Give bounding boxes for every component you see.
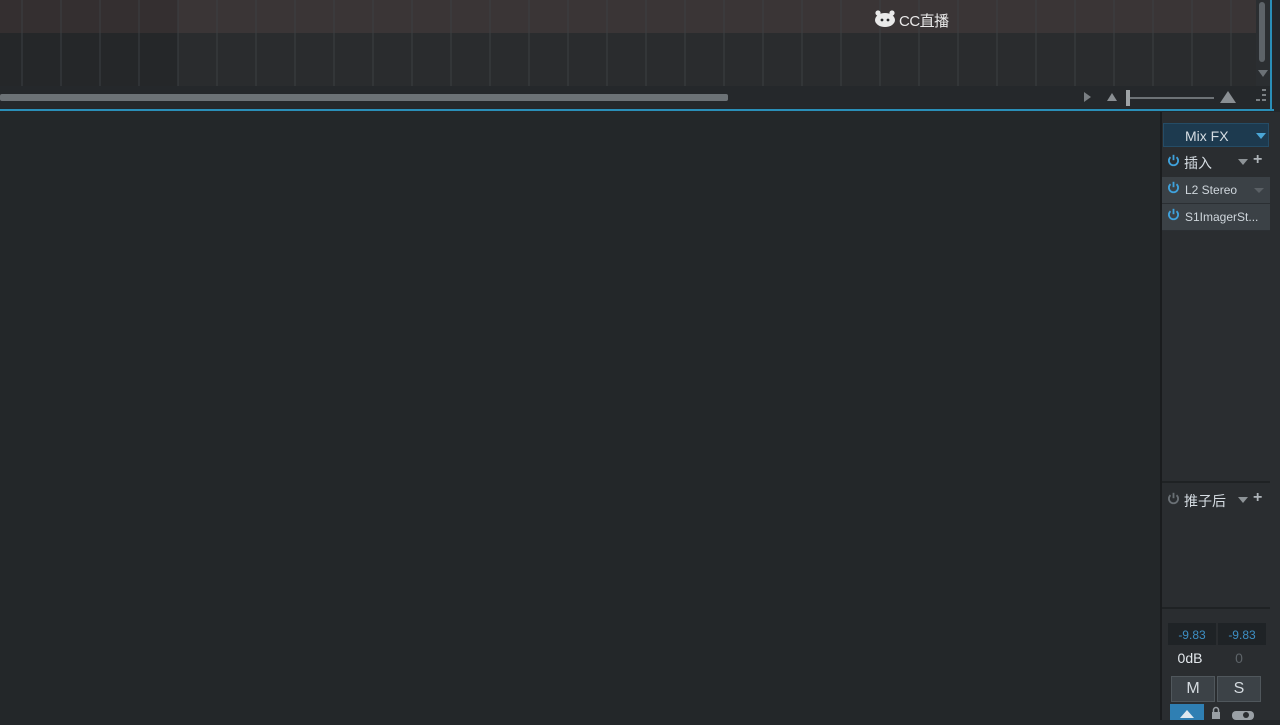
link-icon[interactable] bbox=[1230, 704, 1256, 720]
grip-icon[interactable] bbox=[1255, 88, 1267, 104]
peak-meter-right: -9.83 bbox=[1218, 623, 1266, 645]
channel-bottom-controls bbox=[1170, 704, 1262, 720]
mixfx-selector[interactable]: Mix FX bbox=[1163, 123, 1269, 147]
section-divider bbox=[1162, 481, 1270, 483]
monitor-icon[interactable] bbox=[1170, 704, 1204, 720]
post-fader-header: 推子后 + bbox=[1162, 488, 1270, 512]
insert-slot[interactable]: L2 Stereo bbox=[1162, 177, 1270, 204]
zoom-slider[interactable] bbox=[1126, 97, 1214, 99]
editor-area[interactable] bbox=[0, 112, 1160, 720]
focus-border-horizontal bbox=[0, 109, 1274, 111]
zoom-slider-handle[interactable] bbox=[1126, 90, 1130, 106]
vertical-scroll-thumb[interactable] bbox=[1259, 2, 1265, 62]
plus-icon[interactable]: + bbox=[1253, 151, 1262, 169]
insert-slot[interactable]: S1ImagerSt... bbox=[1162, 204, 1270, 231]
mute-button[interactable]: M bbox=[1171, 676, 1215, 702]
peak-value-right: -9.83 bbox=[1228, 628, 1256, 642]
timeline-grid bbox=[21, 0, 1232, 86]
inserts-label: 插入 bbox=[1184, 155, 1212, 171]
arrangement-track-area[interactable] bbox=[0, 0, 1256, 86]
peak-value-left: -9.83 bbox=[1178, 628, 1206, 642]
pan-readout[interactable]: 0 bbox=[1216, 650, 1262, 666]
focus-border-vertical bbox=[1270, 0, 1272, 111]
power-icon[interactable] bbox=[1167, 492, 1180, 505]
power-icon[interactable] bbox=[1167, 208, 1180, 221]
post-fader-label: 推子后 bbox=[1184, 493, 1226, 509]
watermark-text: CC直播 bbox=[899, 12, 949, 30]
dropdown-arrow-icon[interactable] bbox=[1254, 188, 1264, 193]
inserts-header: 插入 + bbox=[1162, 150, 1270, 174]
horizontal-scroll-thumb[interactable] bbox=[0, 94, 728, 101]
section-divider bbox=[1162, 607, 1270, 609]
insert-name: S1ImagerSt... bbox=[1185, 210, 1259, 224]
dropdown-arrow-icon[interactable] bbox=[1256, 133, 1266, 139]
power-icon[interactable] bbox=[1167, 154, 1180, 167]
peak-meter-left: -9.83 bbox=[1168, 623, 1216, 645]
zoom-in-icon[interactable] bbox=[1220, 91, 1236, 103]
play-arrow-icon[interactable] bbox=[1084, 92, 1091, 102]
scroll-down-icon[interactable] bbox=[1258, 70, 1268, 77]
dropdown-arrow-icon[interactable] bbox=[1238, 497, 1248, 503]
zoom-out-icon[interactable] bbox=[1107, 93, 1117, 101]
dropdown-arrow-icon[interactable] bbox=[1238, 159, 1248, 165]
cc-logo-icon bbox=[874, 9, 896, 32]
power-icon[interactable] bbox=[1167, 181, 1180, 194]
insert-name: L2 Stereo bbox=[1185, 183, 1238, 197]
volume-readout[interactable]: 0dB bbox=[1168, 650, 1212, 666]
lock-icon[interactable] bbox=[1208, 704, 1224, 720]
vertical-scrollbar[interactable] bbox=[1256, 0, 1270, 86]
mixfx-label: Mix FX bbox=[1185, 128, 1229, 144]
solo-button[interactable]: S bbox=[1217, 676, 1261, 702]
cc-watermark: CC直播 bbox=[874, 9, 958, 31]
plus-icon[interactable]: + bbox=[1253, 489, 1262, 507]
